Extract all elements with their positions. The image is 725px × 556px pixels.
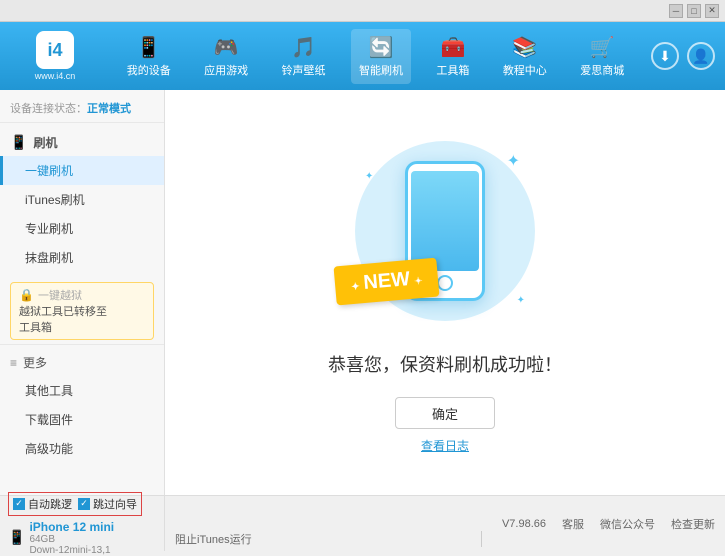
logo-text: i4	[47, 40, 62, 61]
skip-wizard-check-icon: ✓	[78, 498, 90, 510]
jailbreak-notice: 🔒 一键越狱 越狱工具已转移至工具箱	[10, 282, 154, 340]
device-phone-icon: 📱	[8, 529, 25, 546]
flash-section-header: 📱 刷机	[0, 129, 164, 156]
user-button[interactable]: 👤	[687, 42, 715, 70]
header: i4 www.i4.cn 📱 我的设备 🎮 应用游戏 🎵 铃声壁纸 🔄 智能刷机…	[0, 22, 725, 90]
check-update-link[interactable]: 检查更新	[671, 516, 715, 532]
customer-service-link[interactable]: 客服	[562, 516, 584, 532]
phone-home-button	[437, 275, 453, 291]
sidebar-item-pro-flash[interactable]: 专业刷机	[0, 214, 164, 243]
nav-toolbox[interactable]: 🧰 工具箱	[428, 29, 477, 84]
device-name: iPhone 12 mini	[29, 520, 114, 534]
nav-bar: 📱 我的设备 🎮 应用游戏 🎵 铃声壁纸 🔄 智能刷机 🧰 工具箱 📚 教程中心…	[100, 29, 651, 84]
success-title: 恭喜您，保资料刷机成功啦！	[328, 351, 562, 377]
nav-app-game-label: 应用游戏	[204, 62, 248, 78]
maximize-button[interactable]: □	[687, 4, 701, 18]
logo-url: www.i4.cn	[35, 71, 76, 81]
app-game-icon: 🎮	[214, 35, 239, 60]
my-device-icon: 📱	[136, 35, 161, 60]
nav-my-device[interactable]: 📱 我的设备	[119, 29, 179, 84]
auto-jump-checkbox[interactable]: ✓ 自动跳逻	[13, 496, 72, 512]
content-area: NEW ✦ ✦ ✦ 恭喜您，保资料刷机成功啦！ 确定 查看日志	[165, 90, 725, 495]
success-illustration: NEW ✦ ✦ ✦	[345, 131, 545, 331]
sparkle-icon-2: ✦	[365, 171, 373, 182]
sidebar-item-other-tools[interactable]: 其他工具	[0, 376, 164, 405]
skip-wizard-label: 跳过向导	[93, 496, 137, 512]
nav-shop[interactable]: 🛒 爱思商城	[572, 29, 632, 84]
sidebar-item-one-click-flash[interactable]: 一键刷机	[0, 156, 164, 185]
flash-section: 📱 刷机 一键刷机 iTunes刷机 专业刷机 抹盘刷机	[0, 123, 164, 278]
tutorial-icon: 📚	[512, 35, 537, 60]
nav-ringtone-label: 铃声壁纸	[282, 62, 326, 78]
nav-smart-flash[interactable]: 🔄 智能刷机	[351, 29, 411, 84]
nav-tutorial-label: 教程中心	[503, 62, 547, 78]
skip-wizard-checkbox[interactable]: ✓ 跳过向导	[78, 496, 137, 512]
close-button[interactable]: ✕	[705, 4, 719, 18]
auto-jump-check-icon: ✓	[13, 498, 25, 510]
shop-icon: 🛒	[590, 35, 615, 60]
toolbox-icon: 🧰	[440, 35, 465, 60]
device-status-bar: 设备连接状态：正常模式	[0, 94, 164, 123]
bottom-bar: ✓ 自动跳逻 ✓ 跳过向导 📱 iPhone 12 mini 64GB Down…	[0, 495, 725, 551]
nav-shop-label: 爱思商城	[580, 62, 624, 78]
nav-app-game[interactable]: 🎮 应用游戏	[196, 29, 256, 84]
nav-toolbox-label: 工具箱	[436, 62, 469, 78]
minimize-button[interactable]: ─	[669, 4, 683, 18]
sidebar-divider	[0, 344, 164, 345]
flash-section-icon: 📱	[10, 134, 27, 151]
itunes-control: 阻止iTunes运行	[175, 531, 482, 547]
ringtone-icon: 🎵	[291, 35, 316, 60]
header-right: ⬇ 👤	[651, 42, 715, 70]
sidebar-item-download-firmware[interactable]: 下载固件	[0, 405, 164, 434]
bottom-right-section: V7.98.66 客服 微信公众号 检查更新	[492, 496, 725, 551]
version-label: V7.98.66	[502, 518, 546, 530]
more-icon: ≡	[10, 356, 17, 370]
smart-flash-icon: 🔄	[369, 35, 394, 60]
title-bar: ─ □ ✕	[0, 0, 725, 22]
bottom-mid-section: 阻止iTunes运行	[165, 496, 492, 551]
device-model: Down-12mini-13,1	[29, 545, 114, 556]
sidebar-item-itunes-flash[interactable]: iTunes刷机	[0, 185, 164, 214]
download-button[interactable]: ⬇	[651, 42, 679, 70]
jailbreak-label: 一键越狱	[38, 287, 82, 303]
more-section-header: ≡ 更多	[0, 349, 164, 376]
view-log-link[interactable]: 查看日志	[421, 437, 469, 454]
sidebar-item-advanced[interactable]: 高级功能	[0, 434, 164, 463]
jailbreak-notice-text: 越狱工具已转移至工具箱	[19, 303, 145, 335]
lock-icon: 🔒	[19, 288, 34, 302]
logo: i4 www.i4.cn	[10, 31, 100, 81]
sidebar: 设备连接状态：正常模式 📱 刷机 一键刷机 iTunes刷机 专业刷机 抹盘刷机…	[0, 90, 165, 495]
auto-jump-label: 自动跳逻	[28, 496, 72, 512]
more-label: 更多	[23, 354, 47, 371]
status-value: 正常模式	[87, 103, 131, 115]
sidebar-item-wipe-flash[interactable]: 抹盘刷机	[0, 243, 164, 272]
sparkle-icon-3: ✦	[517, 295, 525, 306]
nav-my-device-label: 我的设备	[127, 62, 171, 78]
nav-tutorial[interactable]: 📚 教程中心	[495, 29, 555, 84]
nav-smart-flash-label: 智能刷机	[359, 62, 403, 78]
bottom-left-section: ✓ 自动跳逻 ✓ 跳过向导 📱 iPhone 12 mini 64GB Down…	[0, 496, 165, 551]
device-storage: 64GB	[29, 534, 114, 545]
flash-section-label: 刷机	[33, 134, 57, 151]
status-label: 设备连接状态：	[10, 103, 87, 115]
wechat-link[interactable]: 微信公众号	[600, 516, 655, 532]
main-area: 设备连接状态：正常模式 📱 刷机 一键刷机 iTunes刷机 专业刷机 抹盘刷机…	[0, 90, 725, 495]
logo-icon: i4	[36, 31, 74, 69]
itunes-label: 阻止iTunes运行	[175, 531, 252, 547]
phone-screen	[411, 171, 479, 271]
nav-ringtone[interactable]: 🎵 铃声壁纸	[274, 29, 334, 84]
window-controls[interactable]: ─ □ ✕	[669, 4, 719, 18]
confirm-button[interactable]: 确定	[395, 397, 495, 429]
sparkle-icon-1: ✦	[507, 151, 520, 171]
